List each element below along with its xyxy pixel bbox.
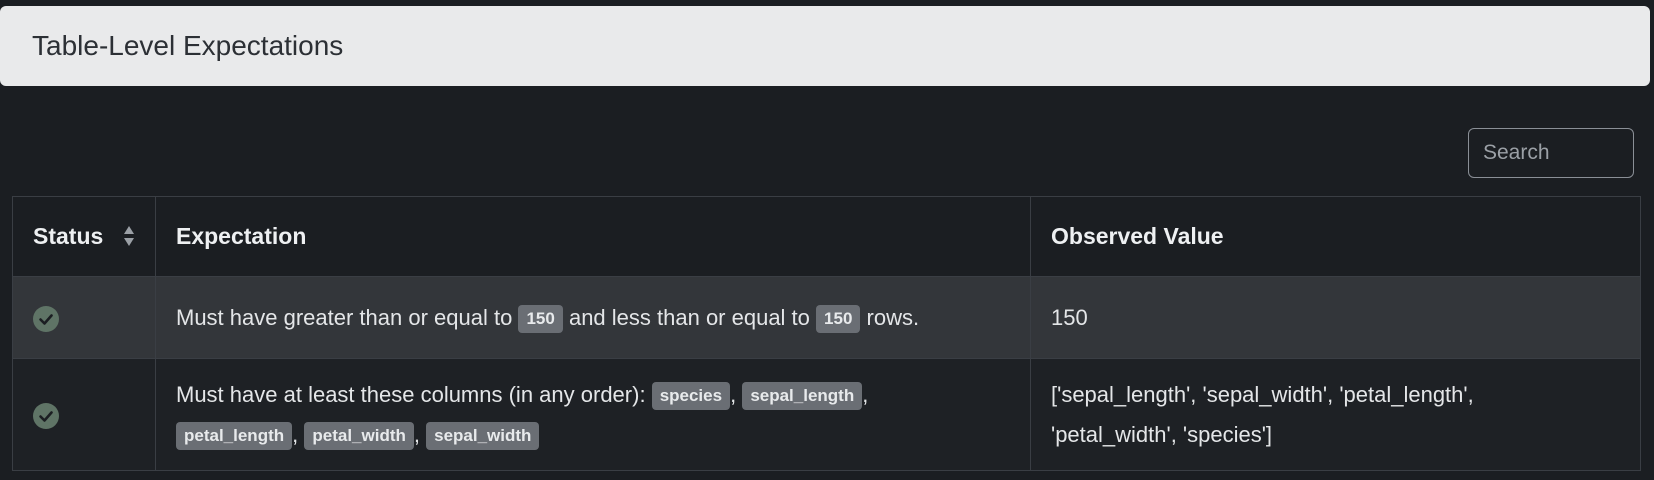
column-badge: petal_length	[176, 421, 293, 450]
success-check-icon	[33, 305, 59, 332]
status-column-label: Status	[33, 223, 104, 249]
observed-cell: ['sepal_length', 'sepal_width', 'petal_l…	[1030, 358, 1641, 471]
expectation-column-label: Expectation	[176, 223, 307, 249]
expectation-text: and less than or equal to	[568, 304, 810, 330]
observed-column-header: Observed Value	[1030, 196, 1641, 277]
status-cell	[12, 276, 156, 359]
observed-column-label: Observed Value	[1051, 223, 1224, 249]
expectation-cell: Must have at least these columns (in any…	[155, 358, 1031, 471]
observed-cell: 150	[1030, 276, 1641, 359]
expectations-table: Status Expectation Observed Value Must h…	[12, 196, 1641, 471]
column-badge: species	[651, 381, 731, 410]
section-header: Table-Level Expectations	[0, 6, 1650, 86]
column-badge: sepal_length	[742, 381, 863, 410]
expectation-text: Must have at least these columns (in any…	[176, 381, 646, 407]
expectation-line: Must have at least these columns (in any…	[176, 375, 1010, 415]
expectation-text: rows.	[866, 304, 920, 330]
observed-value: 150	[1051, 304, 1088, 330]
expectation-text: Must have greater than or equal to	[176, 304, 513, 330]
status-cell	[12, 358, 156, 471]
column-badge: petal_width	[304, 421, 414, 450]
table-row: Must have greater than or equal to 150 a…	[12, 276, 1641, 359]
column-badge: sepal_width	[426, 421, 540, 450]
expectation-cell: Must have greater than or equal to 150 a…	[155, 276, 1031, 359]
min-value-badge: 150	[518, 304, 563, 333]
expectation-line: petal_length, petal_width, sepal_width	[176, 415, 1010, 455]
success-check-icon	[33, 402, 59, 429]
max-value-badge: 150	[816, 304, 861, 333]
section-title: Table-Level Expectations	[32, 30, 344, 61]
observed-value: ['sepal_length', 'sepal_width', 'petal_l…	[1051, 381, 1474, 407]
search-input[interactable]	[1468, 128, 1634, 178]
table-row: Must have at least these columns (in any…	[12, 358, 1641, 471]
observed-value: 'petal_width', 'species']	[1051, 421, 1273, 447]
status-column-header[interactable]: Status	[12, 196, 156, 277]
table-header-row: Status Expectation Observed Value	[12, 196, 1641, 277]
sort-icon[interactable]	[123, 225, 135, 247]
expectation-column-header: Expectation	[155, 196, 1031, 277]
